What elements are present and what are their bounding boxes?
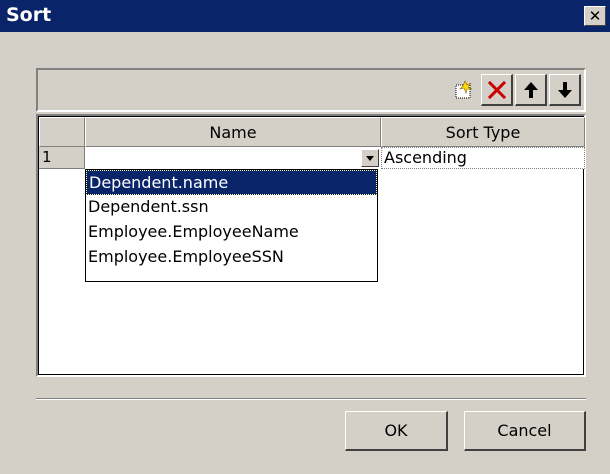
dropdown-option[interactable]: Dependent.name <box>86 170 377 195</box>
close-icon: ✕ <box>588 7 602 25</box>
dialog-title: Sort <box>6 4 52 26</box>
separator <box>36 398 586 400</box>
row-header-corner <box>39 117 85 147</box>
move-down-icon <box>557 81 572 98</box>
move-down-button[interactable] <box>549 74 581 106</box>
grid-body: Name Sort Type 1 Ascending Dependent.nam… <box>38 116 585 375</box>
name-cell[interactable] <box>85 147 381 169</box>
grid-toolbar <box>36 68 586 112</box>
column-header-name[interactable]: Name <box>85 117 381 147</box>
close-button[interactable]: ✕ <box>584 6 606 26</box>
new-icon <box>455 80 473 99</box>
name-dropdown-button[interactable] <box>361 149 379 167</box>
column-header-sort-type[interactable]: Sort Type <box>381 117 585 147</box>
dropdown-option[interactable]: Dependent.ssn <box>86 195 377 220</box>
title-bar[interactable]: Sort ✕ <box>0 0 610 32</box>
sort-grid: Name Sort Type 1 Ascending Dependent.nam… <box>36 114 586 377</box>
row-number[interactable]: 1 <box>39 147 85 169</box>
delete-icon <box>487 80 506 99</box>
dropdown-option[interactable]: Employee.EmployeeName <box>86 220 377 245</box>
name-dropdown-list: Dependent.name Dependent.ssn Employee.Em… <box>85 169 378 282</box>
ok-button[interactable]: OK <box>345 411 448 451</box>
move-up-button[interactable] <box>515 74 547 106</box>
cancel-button[interactable]: Cancel <box>464 411 586 451</box>
sort-dialog: Sort ✕ Name Sort Type 1 Ascending Depend… <box>0 0 610 474</box>
delete-row-button[interactable] <box>481 74 513 106</box>
move-up-icon <box>523 81 538 98</box>
dropdown-option[interactable]: Employee.EmployeeSSN <box>86 245 377 270</box>
new-row-button[interactable] <box>448 74 480 106</box>
sort-type-cell[interactable]: Ascending <box>381 147 585 169</box>
